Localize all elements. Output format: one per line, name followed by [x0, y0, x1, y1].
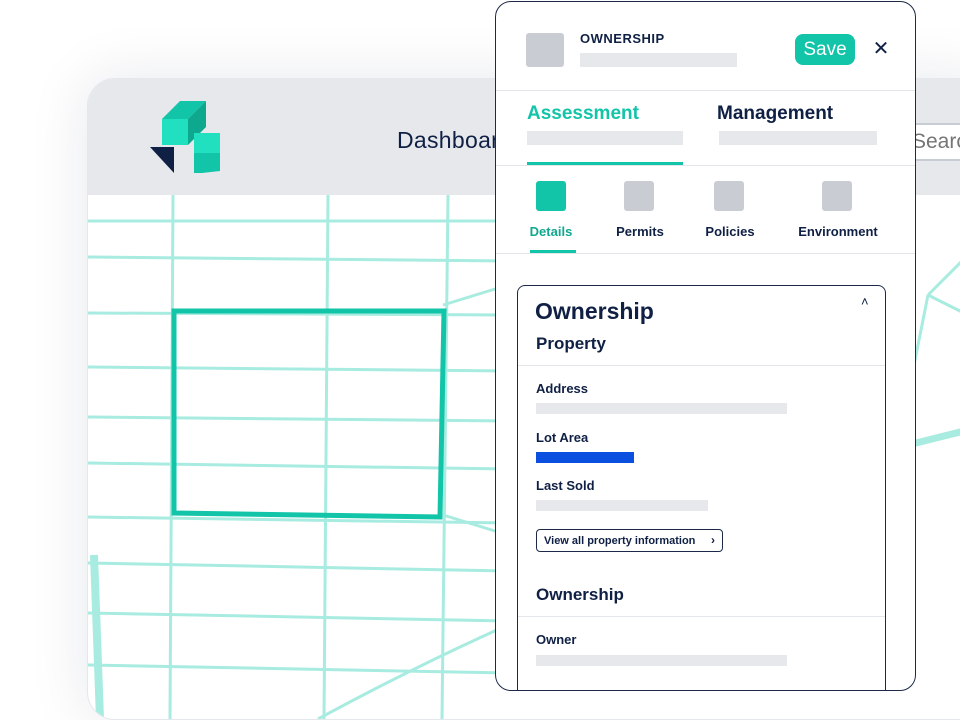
field-label-owner: Owner [536, 632, 577, 647]
subtab-policies-label: Policies [705, 224, 755, 239]
active-subtab-indicator [530, 250, 576, 253]
panel-title: OWNERSHIP [580, 31, 665, 46]
section-title-ownership: Ownership [536, 585, 624, 604]
view-all-label: View all property information [544, 534, 696, 547]
field-value-address [536, 403, 787, 414]
tab-management-label: Management [717, 103, 834, 124]
panel-subtitle-placeholder [580, 53, 737, 67]
sub-tabs: Details Permits Policies Environment [496, 165, 915, 254]
policies-icon [714, 181, 744, 211]
environment-icon [822, 181, 852, 211]
field-value-last-sold [536, 500, 708, 511]
tab-management-placeholder [719, 131, 877, 145]
subtab-permits-label: Permits [616, 224, 664, 239]
details-icon [536, 181, 566, 211]
card-title: Ownership [535, 298, 654, 324]
field-label-last-sold: Last Sold [536, 478, 595, 493]
section-title-property: Property [536, 334, 606, 353]
main-tabs: Assessment Management [496, 90, 915, 166]
ownership-card: Ownership ˄ Property Address Lot Area La… [517, 285, 886, 690]
parcel-selection[interactable] [171, 308, 447, 520]
field-label-address: Address [536, 381, 589, 396]
tab-assessment-label: Assessment [527, 103, 639, 124]
chevron-right-icon: › [711, 533, 715, 547]
subtab-details-label: Details [529, 224, 573, 239]
view-all-property-button[interactable]: View all property information › [536, 529, 723, 552]
section-divider [518, 365, 885, 366]
subtab-permits[interactable]: Permits [610, 165, 670, 253]
chevron-up-icon[interactable]: ˄ [861, 294, 869, 309]
field-value-owner [536, 655, 787, 666]
ownership-panel: OWNERSHIP Save ✕ Assessment Management D… [495, 1, 916, 691]
field-value-lot-area [536, 452, 634, 463]
brand-logo-icon[interactable] [150, 101, 222, 173]
section-divider [518, 616, 885, 617]
field-label-lot-area: Lot Area [536, 430, 589, 445]
property-thumbnail [526, 33, 564, 67]
map-highway [90, 554, 104, 719]
subtab-details[interactable]: Details [526, 165, 576, 253]
subtab-environment-label: Environment [798, 224, 878, 239]
subtab-environment[interactable]: Environment [794, 165, 882, 253]
tab-management[interactable]: Management [717, 90, 877, 165]
panel-header: OWNERSHIP Save ✕ [496, 2, 915, 91]
tab-assessment-placeholder [527, 131, 683, 145]
tab-assessment[interactable]: Assessment [527, 90, 683, 165]
close-icon[interactable]: ✕ [870, 36, 892, 62]
save-button[interactable]: Save [795, 34, 855, 65]
subtab-policies[interactable]: Policies [700, 165, 760, 253]
permits-icon [624, 181, 654, 211]
